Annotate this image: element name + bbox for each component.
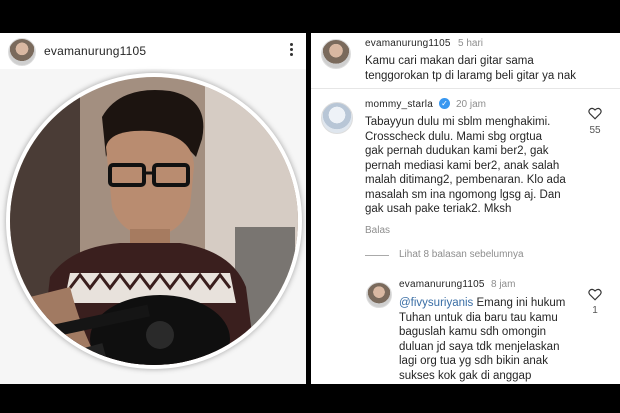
like-heart-icon[interactable] bbox=[588, 288, 602, 301]
comments-panel: evamanurung1105 5 hari Kamu cari makan d… bbox=[311, 33, 620, 384]
post-header: evamanurung1105 bbox=[0, 33, 306, 69]
mention-link[interactable]: @fivysuriyanis bbox=[399, 297, 473, 309]
reply-username[interactable]: evamanurung1105 bbox=[399, 279, 485, 290]
comment-timestamp: 20 jam bbox=[456, 99, 487, 110]
reply-avatar[interactable] bbox=[366, 282, 392, 308]
post-avatar[interactable] bbox=[8, 38, 36, 66]
like-count: 55 bbox=[589, 125, 601, 136]
like-heart-icon[interactable] bbox=[588, 107, 602, 120]
comment-username[interactable]: mommy_starla bbox=[365, 99, 433, 110]
divider bbox=[311, 88, 620, 89]
comment-text: Kamu cari makan dari gitar sama tenggoro… bbox=[365, 55, 576, 82]
more-vertical-icon[interactable] bbox=[286, 41, 296, 61]
replies-line bbox=[365, 255, 389, 256]
comment-text: Tabayyun dulu mi sblm menghakimi. Crossc… bbox=[365, 116, 566, 215]
view-previous-replies[interactable]: Lihat 8 balasan sebelumnya bbox=[399, 249, 524, 260]
reply-timestamp: 8 jam bbox=[491, 279, 516, 290]
like-count: 1 bbox=[592, 305, 598, 316]
reply-text: @fivysuriyanis Emang ini hukum Tuhan unt… bbox=[399, 296, 589, 383]
reply-button[interactable]: Balas bbox=[365, 225, 390, 236]
reply-text-first: Emang ini hukum bbox=[473, 297, 566, 309]
guitarist-photo bbox=[10, 77, 298, 365]
comment-avatar[interactable] bbox=[321, 102, 353, 134]
verified-badge-icon: ✓ bbox=[439, 98, 450, 109]
post-photo[interactable] bbox=[10, 77, 298, 365]
post-panel: evamanurung1105 bbox=[0, 33, 306, 384]
comment-avatar[interactable] bbox=[321, 39, 351, 69]
comment-username[interactable]: evamanurung1105 bbox=[365, 38, 451, 49]
post-username[interactable]: evamanurung1105 bbox=[44, 44, 146, 58]
post-photo-area bbox=[0, 69, 306, 384]
comment-timestamp: 5 hari bbox=[458, 38, 484, 49]
reply-text-rest: Tuhan untuk dia baru tau kamu baguslah k… bbox=[399, 311, 560, 382]
